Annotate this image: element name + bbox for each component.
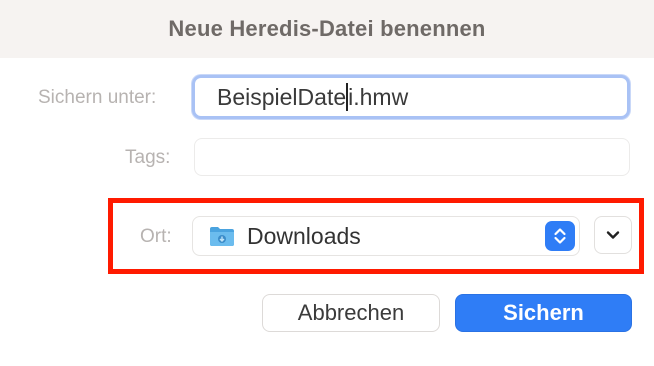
tags-label: Tags: [125,147,171,168]
save-dialog: Neue Heredis-Datei benennen Sichern unte… [0,0,654,366]
chevron-down-icon [606,231,620,239]
expand-dialog-button[interactable] [594,216,632,254]
location-popup[interactable]: Downloads [192,216,580,256]
chevron-up-down-icon [554,228,566,244]
location-stepper[interactable] [545,221,575,251]
filename-text-after-caret: i.hmw [348,83,409,110]
location-label: Ort: [140,226,172,247]
cancel-button[interactable]: Abbrechen [262,294,440,332]
folder-icon [210,227,234,246]
dialog-title: Neue Heredis-Datei benennen [168,16,486,41]
location-value: Downloads [247,222,361,249]
filename-input[interactable]: BeispielDate i.hmw [192,75,630,119]
save-button[interactable]: Sichern [455,294,632,332]
filename-text-before-caret: BeispielDate [217,83,347,110]
save-as-label: Sichern unter: [38,87,157,108]
dialog-titlebar: Neue Heredis-Datei benennen [0,0,654,58]
tags-input[interactable] [194,138,630,176]
